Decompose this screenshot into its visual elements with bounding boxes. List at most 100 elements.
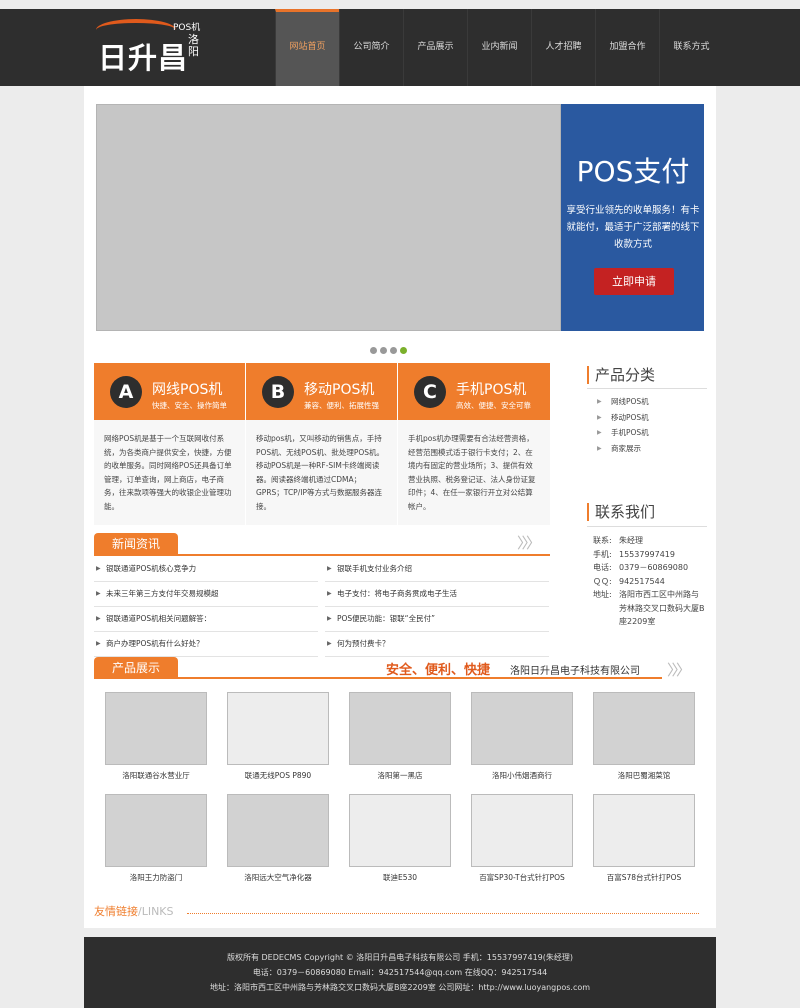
- news-list-left: ▶ 银联通道POS机核心竞争力 ▶ 未来三年第三方支付年交易规模超 ▶ 银联通道POS…: [94, 557, 318, 657]
- nav-item-products[interactable]: 产品展示: [403, 9, 467, 86]
- product-card[interactable]: 百富S78台式针打POS: [593, 794, 695, 883]
- product-card[interactable]: 洛阳联通谷水营业厅: [105, 692, 207, 781]
- contact-row: 手机: 15537997419: [593, 548, 705, 562]
- slider-dot[interactable]: [380, 347, 387, 354]
- contact-row: ＱＱ: 942517544: [593, 575, 705, 589]
- triangle-right-icon: ▶: [96, 565, 101, 572]
- news-item[interactable]: ▶ 银联通道POS机核心竞争力: [94, 557, 318, 582]
- product-card[interactable]: 洛阳王力防盗门: [105, 794, 207, 883]
- category-label: 移动POS机: [611, 412, 649, 422]
- slider-dot[interactable]: [370, 347, 377, 354]
- triangle-right-icon: ▶: [597, 444, 602, 452]
- triangle-right-icon: ▶: [96, 640, 101, 647]
- news-tab[interactable]: 新闻资讯: [94, 533, 179, 555]
- news-title: 何为预付费卡？: [337, 639, 390, 648]
- feature-card-a[interactable]: A 网线POS机 快捷、安全、操作简单: [94, 363, 245, 420]
- category-item[interactable]: ▶ 网线POS机: [597, 394, 649, 410]
- contact-value: 洛阳市西工区中州路与芳林路交叉口数码大厦B座2209室: [619, 590, 705, 626]
- feature-subtitle: 高效、便捷、安全可靠: [456, 401, 531, 410]
- product-image: [471, 692, 573, 765]
- product-image: [593, 692, 695, 765]
- product-card[interactable]: 洛阳巴蜀湘菜馆: [593, 692, 695, 781]
- slider-dot-active[interactable]: [400, 347, 407, 354]
- contact-value: 942517544: [619, 576, 665, 586]
- company-name: 洛阳日升昌电子科技有限公司: [510, 666, 640, 677]
- news-item[interactable]: ▶ 何为预付费卡？: [325, 632, 549, 657]
- category-list: ▶ 网线POS机 ▶ 移动POS机 ▶ 手机POS机 ▶ 商家展示: [597, 394, 649, 456]
- contact-row: 联系: 朱经理: [593, 534, 705, 548]
- contact-info: 联系: 朱经理 手机: 15537997419 电话: 0379－60869080 Ｑ…: [593, 534, 705, 629]
- feature-card-b[interactable]: B 移动POS机 兼容、便利、拓展性强: [246, 363, 397, 420]
- category-item[interactable]: ▶ 商家展示: [597, 441, 649, 457]
- footer: 版权所有 DEDECMS Copyright © 洛阳日升昌电子科技有限公司 手…: [84, 937, 716, 1008]
- contact-value: 朱经理: [619, 536, 643, 545]
- product-caption: 洛阳巴蜀湘菜馆: [617, 771, 671, 780]
- product-card[interactable]: 联通无线POS P890: [227, 692, 329, 781]
- banner-title: POS支付: [576, 155, 690, 188]
- divider: [587, 388, 707, 389]
- category-label: 网线POS机: [611, 397, 649, 406]
- contact-key: 联系:: [593, 536, 612, 545]
- news-title: 未来三年第三方支付年交易规模超: [106, 589, 219, 598]
- nav-item-about[interactable]: 公司简介: [339, 9, 403, 86]
- product-caption: 联通无线POS P890: [244, 771, 312, 780]
- feature-title: 手机POS机: [456, 382, 527, 398]
- product-image: [105, 692, 207, 765]
- category-item[interactable]: ▶ 移动POS机: [597, 410, 649, 426]
- nav-item-join[interactable]: 加盟合作: [595, 9, 659, 86]
- apply-button[interactable]: 立即申请: [594, 268, 674, 295]
- main-nav: 网站首页 公司简介 产品展示 业内新闻 人才招聘 加盟合作 联系方式: [275, 9, 723, 86]
- product-card[interactable]: 洛阳第一黑店: [349, 692, 451, 781]
- product-caption: 洛阳小伟烟酒商行: [492, 771, 552, 780]
- product-caption: 洛阳王力防盗门: [129, 873, 183, 882]
- product-card[interactable]: 洛阳远大空气净化器: [227, 794, 329, 883]
- contact-key: 电话:: [593, 563, 612, 572]
- nav-item-jobs[interactable]: 人才招聘: [531, 9, 595, 86]
- feature-body-b: 移动pos机，又叫移动的销售点，手持POS机、无线POS机、批处理POS机。移动…: [246, 420, 397, 525]
- product-image: [227, 794, 329, 867]
- product-caption: 百富SP30-T台式针打POS: [479, 873, 565, 882]
- product-card[interactable]: 洛阳小伟烟酒商行: [471, 692, 573, 781]
- contact-value: 0379－60869080: [619, 563, 689, 572]
- news-item[interactable]: ▶ 银联手机支付业务介绍: [325, 557, 549, 582]
- triangle-right-icon: ▶: [597, 429, 602, 436]
- nav-item-contact[interactable]: 联系方式: [659, 9, 723, 86]
- news-title: 电子支付：将电子商务贯成电子生活: [337, 589, 457, 598]
- triangle-right-icon: ▶: [96, 590, 101, 597]
- slider-dot[interactable]: [390, 347, 397, 354]
- news-item[interactable]: ▶ 电子支付：将电子商务贯成电子生活: [325, 582, 549, 607]
- feature-body-a: 网络POS机是基于一个互联网收付系统，为各类商户提供安全，快捷，方便的收单服务。…: [94, 420, 245, 525]
- contact-value: 15537997419: [619, 549, 675, 559]
- feature-card-c[interactable]: C 手机POS机 高效、便捷、安全可靠: [398, 363, 550, 420]
- divider: [587, 526, 707, 527]
- banner-text: 享受行业领先的收单服务！有卡就能付，最适于广泛部署的线下收款方式: [566, 205, 700, 250]
- product-card[interactable]: 百富SP30-T台式针打POS: [471, 794, 573, 883]
- product-image: [349, 794, 451, 867]
- slider-dots: [370, 347, 407, 354]
- category-item[interactable]: ▶ 手机POS机: [597, 425, 649, 441]
- product-image: [105, 794, 207, 867]
- more-chevrons-icon[interactable]: 〉〉〉: [517, 532, 541, 553]
- footer-address: 地址：洛阳市西工区中州路与芳林路交叉口数码大厦B座2209室 公司网址：http…: [209, 983, 591, 992]
- nav-item-home[interactable]: 网站首页: [275, 9, 339, 86]
- news-item[interactable]: ▶ 商户办理POS机有什么好处？: [94, 632, 318, 657]
- news-item[interactable]: ▶ POS便民功能：银联“全民付”: [325, 607, 549, 632]
- nav-item-news[interactable]: 业内新闻: [467, 9, 531, 86]
- badge-c: C: [414, 376, 446, 408]
- triangle-right-icon: ▶: [597, 413, 602, 421]
- triangle-right-icon: ▶: [327, 615, 332, 622]
- product-caption: 联迪E530: [382, 873, 418, 882]
- products-tab[interactable]: 产品展示: [94, 657, 179, 679]
- feature-subtitle: 快捷、安全、操作简单: [152, 401, 227, 410]
- contact-key: 手机:: [593, 549, 612, 559]
- contact-key: 地址:: [593, 590, 612, 599]
- news-title: 银联通道POS机核心竞争力: [106, 564, 197, 573]
- news-item[interactable]: ▶ 银联通道POS机相关问题解答：: [94, 607, 318, 632]
- news-title: 银联通道POS机相关问题解答：: [106, 614, 212, 623]
- more-chevrons-icon[interactable]: 〉〉〉: [667, 659, 691, 680]
- product-card[interactable]: 联迪E530: [349, 794, 451, 883]
- news-item[interactable]: ▶ 未来三年第三方支付年交易规模超: [94, 582, 318, 607]
- links-en: /LINKS: [138, 905, 174, 918]
- feature-body-c: 手机pos机办理需要有合法经营资格，经营范围模式适于银行卡支付；2、在境内有固定…: [398, 420, 550, 525]
- logo[interactable]: POS机 日升昌 洛阳: [96, 17, 208, 75]
